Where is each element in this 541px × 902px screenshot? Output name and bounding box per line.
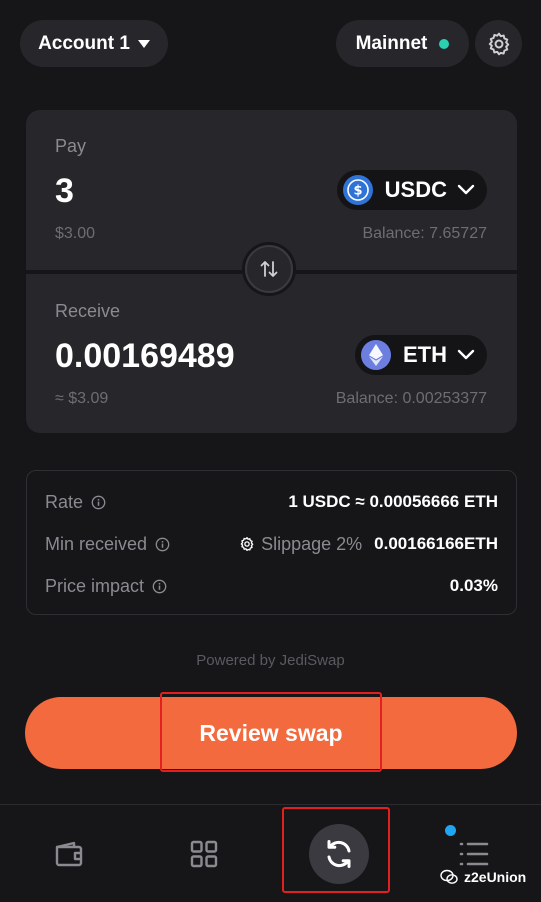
price-impact-label-group: Price impact [45, 576, 167, 597]
swap-direction-ring [245, 245, 293, 293]
info-icon[interactable] [152, 579, 167, 594]
info-icon[interactable] [91, 495, 106, 510]
slippage-setting[interactable]: Slippage 2% [239, 534, 362, 555]
activity-list-icon [459, 842, 489, 865]
wechat-icon [440, 869, 458, 884]
pay-label: Pay [55, 136, 87, 156]
powered-by-text: Powered by JediSwap [196, 652, 345, 669]
caret-down-icon [137, 39, 150, 48]
receive-balance: Balance: 0.00253377 [335, 390, 487, 407]
chevron-down-icon [457, 184, 475, 195]
account-label: Account 1 [38, 32, 130, 54]
swap-nav-active-bg [309, 823, 369, 884]
network-label: Mainnet [355, 32, 428, 54]
svg-text:$: $ [353, 184, 362, 199]
price-impact-label: Price impact [45, 575, 145, 596]
min-received-value-group: Slippage 2% 0.00166166ETH [239, 534, 498, 555]
swap-details-panel: Rate 1 USDC ≈ 0.00056666 ETH Min receive… [26, 470, 517, 615]
pay-usd-value: $3.00 [55, 225, 96, 242]
rate-label-group: Rate [45, 492, 106, 513]
min-received-label-group: Min received [45, 534, 170, 555]
gear-icon [488, 32, 509, 55]
rate-row: Rate 1 USDC ≈ 0.00056666 ETH [45, 487, 498, 517]
chevron-down-icon [457, 349, 475, 360]
swap-card: Pay 3 $3.00 $ USDC Balance: 7.65727 Rece… [26, 110, 517, 433]
price-impact-row: Price impact 0.03% [45, 571, 498, 601]
receive-token-selector[interactable]: ETH [355, 335, 487, 375]
receive-token-symbol: ETH [403, 342, 447, 367]
gear-icon [240, 537, 254, 551]
notification-dot [445, 825, 456, 836]
rate-label: Rate [45, 491, 84, 512]
receive-label: Receive [55, 301, 121, 321]
apps-grid-icon [190, 840, 218, 867]
network-selector[interactable]: Mainnet [336, 20, 469, 67]
nav-wallet[interactable] [29, 805, 109, 902]
eth-icon [361, 340, 391, 370]
usdc-icon: $ [342, 175, 373, 205]
nav-apps[interactable] [164, 805, 244, 902]
pay-token-symbol: USDC [384, 177, 447, 202]
watermark: z2eUnion [440, 869, 526, 885]
bottom-nav [0, 804, 541, 902]
watermark-text: z2eUnion [464, 869, 527, 885]
min-received-value: 0.00166166ETH [374, 534, 498, 553]
top-bar: Account 1 Mainnet [0, 0, 541, 90]
review-swap-button[interactable]: Review swap [25, 697, 517, 769]
review-swap-label: Review swap [199, 719, 343, 746]
wallet-icon [55, 841, 83, 866]
receive-usd-value: ≈ $3.09 [55, 390, 109, 407]
account-selector[interactable]: Account 1 [20, 20, 168, 67]
swap-icon [327, 839, 351, 868]
pay-balance: Balance: 7.65727 [362, 225, 487, 242]
pay-amount-input[interactable]: 3 [55, 172, 74, 211]
min-received-row: Min received Slippage 2% 0.00166166ETH [45, 529, 498, 559]
receive-amount: 0.00169489 [55, 337, 235, 375]
slippage-label: Slippage 2% [261, 533, 363, 554]
pay-token-selector[interactable]: $ USDC [336, 170, 487, 210]
price-impact-value: 0.03% [449, 576, 498, 595]
rate-value: 1 USDC ≈ 0.00056666 ETH [288, 492, 498, 511]
min-received-label: Min received [45, 533, 148, 554]
settings-button[interactable] [475, 20, 522, 67]
network-status-dot [439, 38, 450, 49]
nav-activity[interactable] [434, 805, 514, 902]
nav-swap[interactable] [299, 805, 379, 902]
swap-direction-button[interactable] [242, 242, 296, 296]
info-icon[interactable] [155, 537, 170, 552]
